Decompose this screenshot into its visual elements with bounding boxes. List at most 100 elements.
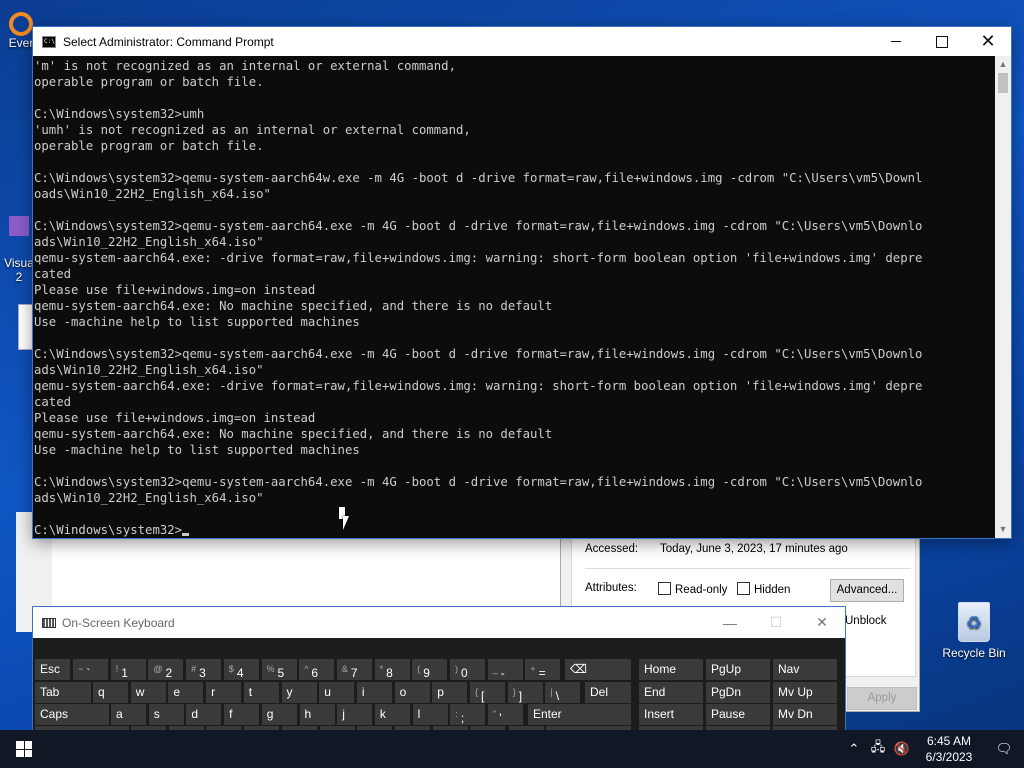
key-symbol[interactable]: & 7: [336, 659, 372, 680]
key-symbol[interactable]: @2: [148, 659, 184, 680]
key-g[interactable]: g: [261, 704, 297, 725]
maximize-button[interactable]: [919, 27, 965, 56]
hidden-checkbox[interactable]: Hidden: [737, 582, 790, 596]
key-symbol[interactable]: ) 0: [450, 659, 485, 680]
minimize-button[interactable]: [873, 27, 919, 56]
tab-key[interactable]: Tab: [35, 682, 91, 703]
key-shift-label: *: [379, 664, 384, 674]
osk-maximize-button[interactable]: ☐: [753, 607, 799, 638]
key-h[interactable]: h: [299, 704, 335, 725]
key-y[interactable]: y: [281, 682, 317, 703]
key-label: s: [153, 707, 160, 721]
key-e[interactable]: e: [168, 682, 204, 703]
key-a[interactable]: a: [111, 704, 146, 725]
key-shift-label: @: [153, 664, 163, 674]
delete-key[interactable]: Del: [585, 682, 631, 703]
key-w[interactable]: w: [130, 682, 166, 703]
osk-minimize-button[interactable]: —: [707, 607, 753, 638]
scroll-thumb[interactable]: [998, 73, 1008, 93]
key-r[interactable]: r: [206, 682, 242, 703]
caps-lock-key[interactable]: Caps: [35, 704, 109, 725]
desktop-icon-recycle-bin[interactable]: ♻ Recycle Bin: [938, 602, 1010, 660]
scroll-down-arrow-icon[interactable]: ▼: [995, 521, 1011, 538]
console-line: qemu-system-aarch64.exe: No machine spec…: [34, 299, 553, 313]
key-label: -: [500, 666, 505, 680]
key-symbol[interactable]: $4: [223, 659, 259, 680]
key-d[interactable]: d: [186, 704, 222, 725]
mvup-key[interactable]: Mv Up: [773, 682, 837, 703]
advanced-button[interactable]: Advanced...: [830, 579, 904, 602]
key-s[interactable]: s: [148, 704, 184, 725]
key-f[interactable]: f: [224, 704, 260, 725]
scroll-up-arrow-icon[interactable]: ▲: [995, 56, 1011, 73]
desktop-icon-visual-studio[interactable]: Visua 2: [4, 216, 34, 284]
key-symbol[interactable]: " ': [488, 704, 523, 725]
key-symbol[interactable]: % 5: [261, 659, 297, 680]
key-symbol[interactable]: ! 1: [110, 659, 146, 680]
key-symbol[interactable]: | \: [545, 682, 581, 703]
volume-muted-icon[interactable]: 🔇: [890, 741, 914, 757]
chevron-up-icon[interactable]: ⌃: [842, 741, 866, 757]
console-scrollbar[interactable]: ▲ ▼: [995, 56, 1011, 538]
enter-key[interactable]: Enter: [528, 704, 631, 725]
end-key[interactable]: End: [639, 682, 703, 703]
key-q[interactable]: q: [93, 682, 128, 703]
console-line: Use -machine help to list supported mach…: [34, 443, 360, 457]
key-t[interactable]: t: [243, 682, 279, 703]
apply-button[interactable]: Apply: [847, 687, 917, 710]
console-line: ads\Win10_22H2_English_x64.iso": [34, 363, 264, 377]
key-symbol[interactable]: (9: [412, 659, 448, 680]
readonly-label: Read-only: [675, 584, 728, 596]
clock[interactable]: 6:45 AM 6/3/2023: [914, 733, 984, 765]
close-button[interactable]: ✕: [965, 27, 1011, 56]
key-symbol[interactable]: _ -: [487, 659, 523, 680]
key-shift-label: :: [455, 709, 458, 719]
key-i[interactable]: i: [356, 682, 392, 703]
key-shift-label: ): [455, 664, 458, 674]
nav-key[interactable]: Nav: [773, 659, 837, 680]
osk-close-button[interactable]: ✕: [799, 607, 845, 638]
readonly-checkbox[interactable]: Read-only: [658, 582, 727, 596]
key-shift-label: ": [493, 709, 497, 719]
accessed-label: Accessed:: [585, 543, 639, 555]
key-symbol[interactable]: }]: [507, 682, 543, 703]
console-line: C:\Windows\system32>qemu-system-aarch64.…: [34, 219, 923, 233]
esc-key[interactable]: Esc: [35, 659, 70, 680]
pgdn-key[interactable]: PgDn: [706, 682, 770, 703]
key-l[interactable]: l: [412, 704, 448, 725]
key-symbol[interactable]: ~ `: [73, 659, 108, 680]
key-symbol[interactable]: ^ 6: [299, 659, 335, 680]
desktop-icon-everything[interactable]: Ever: [6, 12, 36, 50]
console-output[interactable]: 'm' is not recognized as an internal or …: [33, 56, 995, 538]
key-symbol[interactable]: #3: [186, 659, 222, 680]
key-p[interactable]: p: [432, 682, 468, 703]
key-u[interactable]: u: [319, 682, 355, 703]
cmd-title-bar[interactable]: Select Administrator: Command Prompt ✕: [33, 27, 1011, 56]
key-symbol[interactable]: :;: [450, 704, 486, 725]
console-line: Please use file+windows.img=on instead: [34, 283, 316, 297]
divider: [585, 568, 911, 569]
console-line: qemu-system-aarch64.exe: -drive format=r…: [34, 379, 923, 393]
unblock-label[interactable]: Unblock: [845, 615, 887, 627]
key-shift-label: $: [228, 664, 234, 674]
key-symbol[interactable]: * 8: [374, 659, 410, 680]
backspace-key[interactable]: ⌫: [565, 659, 631, 680]
insert-key[interactable]: Insert: [639, 704, 703, 725]
key-k[interactable]: k: [374, 704, 410, 725]
key-o[interactable]: o: [394, 682, 430, 703]
pause-key[interactable]: Pause: [706, 704, 770, 725]
console-line: C:\Windows\system32>qemu-system-aarch64w…: [34, 171, 923, 185]
key-label: 2: [165, 666, 173, 680]
notifications-icon[interactable]: 🗨: [984, 741, 1024, 757]
home-key[interactable]: Home: [639, 659, 703, 680]
mvdn-key[interactable]: Mv Dn: [773, 704, 837, 725]
key-symbol[interactable]: {[: [470, 682, 505, 703]
osk-title-bar[interactable]: On-Screen Keyboard — ☐ ✕: [33, 607, 845, 638]
key-symbol[interactable]: + =: [525, 659, 561, 680]
network-icon[interactable]: 🖧: [866, 738, 890, 760]
pgup-key[interactable]: PgUp: [706, 659, 770, 680]
windows-logo-icon: [16, 741, 32, 757]
key-j[interactable]: j: [337, 704, 373, 725]
start-button[interactable]: [0, 730, 48, 768]
